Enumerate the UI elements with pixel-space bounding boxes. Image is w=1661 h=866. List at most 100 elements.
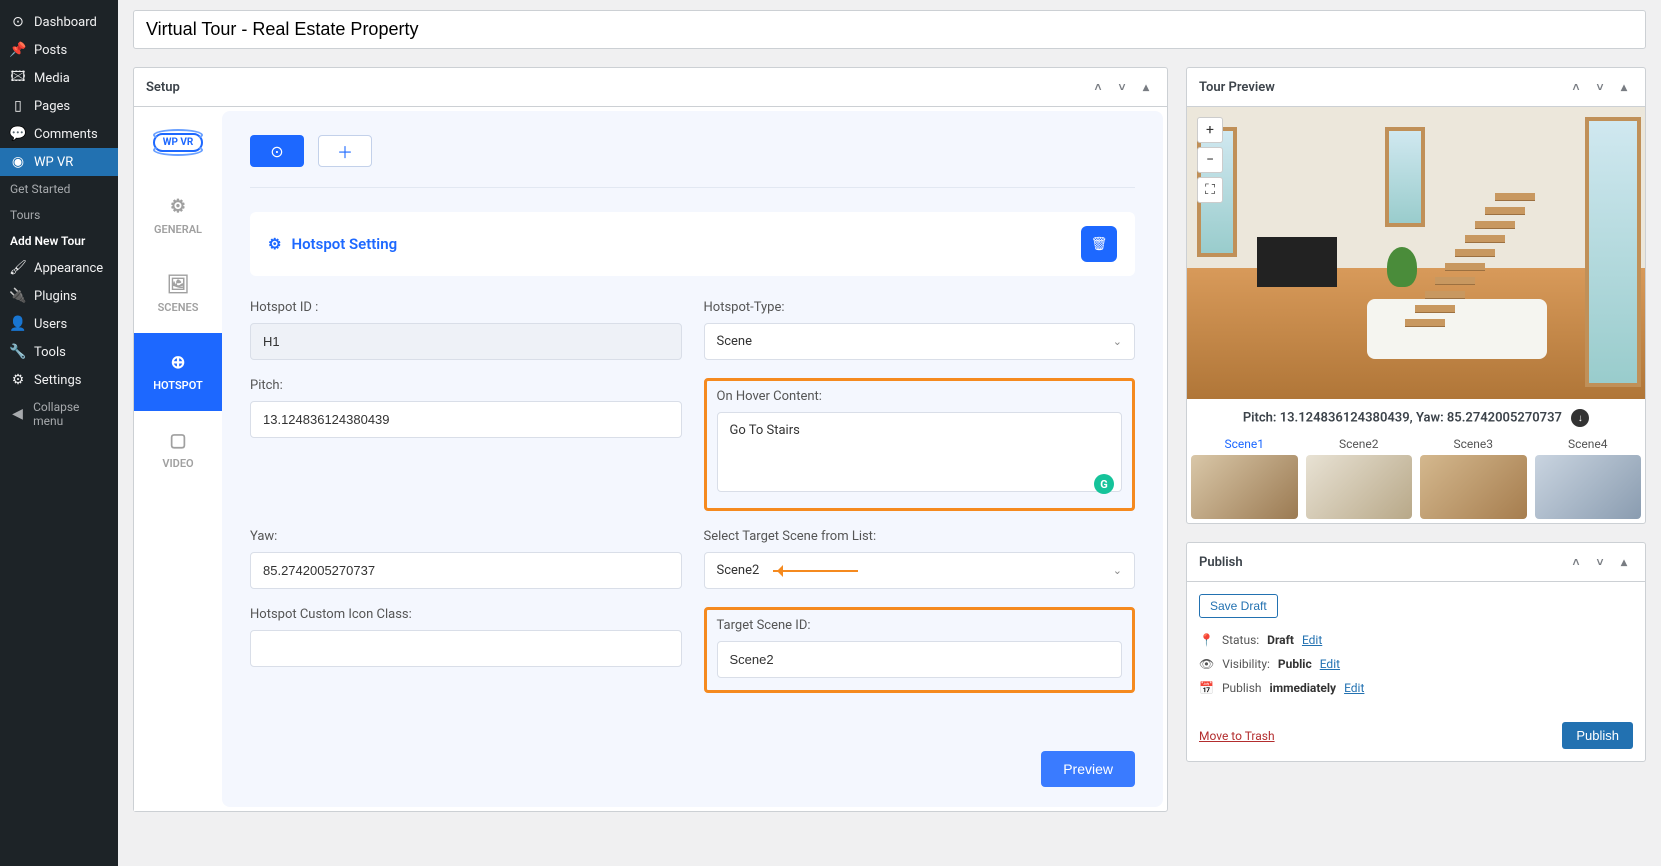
download-icon[interactable]: ↓ <box>1571 409 1589 427</box>
input-icon-class[interactable] <box>250 630 682 667</box>
sliders-icon: ⚙ <box>10 372 26 388</box>
status-value: Draft <box>1267 633 1294 647</box>
sidebar-item-posts[interactable]: 📌 Posts <box>0 36 118 64</box>
sidebar-sub-add-new-tour[interactable]: Add New Tour <box>0 228 118 254</box>
admin-sidebar: ⊙Dashboard 📌 Posts 🖾 Media ▯Pages 💬 Comment… <box>0 0 118 866</box>
sidebar-label: Posts <box>34 43 67 58</box>
sidebar-label: WP VR <box>34 155 73 170</box>
grammarly-icon[interactable]: G <box>1094 474 1114 494</box>
chevron-up-icon[interactable]: ˄ <box>1567 553 1585 571</box>
input-target-scene-id[interactable] <box>717 641 1123 678</box>
setup-title: Setup <box>146 80 180 95</box>
sidebar-sub-tours[interactable]: Tours <box>0 202 118 228</box>
sidebar-item-wpvr[interactable]: ◉ WP VR <box>0 148 118 176</box>
label-target-scene-id: Target Scene ID: <box>717 618 1123 633</box>
chevron-down-icon[interactable]: ˅ <box>1113 78 1131 96</box>
chevron-up-icon[interactable]: ˄ <box>1567 78 1585 96</box>
select-value: Scene2 <box>717 563 760 578</box>
scene-thumb-3[interactable]: Scene3 <box>1420 437 1527 519</box>
tab-label: SCENES <box>158 301 199 314</box>
schedule-value: immediately <box>1270 681 1337 695</box>
chevron-down-icon: ⌄ <box>1113 335 1122 348</box>
sidebar-item-users[interactable]: 👤 Users <box>0 310 118 338</box>
schedule-label: Publish <box>1222 681 1262 695</box>
tab-logo[interactable]: WP VR <box>134 107 222 177</box>
hotspot-tab-current[interactable]: ⊙ <box>250 135 304 167</box>
eye-icon: 👁 <box>1199 657 1214 671</box>
hotspot-tab-add[interactable]: ＋ <box>318 135 372 167</box>
save-draft-button[interactable]: Save Draft <box>1199 594 1278 618</box>
sidebar-sub-get-started[interactable]: Get Started <box>0 176 118 202</box>
zoom-in-button[interactable]: + <box>1197 117 1223 143</box>
zoom-out-button[interactable]: − <box>1197 147 1223 173</box>
publish-button[interactable]: Publish <box>1562 722 1633 749</box>
scene-thumb-1[interactable]: Scene1 <box>1191 437 1298 519</box>
caret-up-icon[interactable]: ▴ <box>1615 78 1633 96</box>
tab-general[interactable]: ⚙GENERAL <box>134 177 222 255</box>
sidebar-label: Comments <box>34 127 98 142</box>
sidebar-item-comments[interactable]: 💬 Comments <box>0 120 118 148</box>
publish-title: Publish <box>1199 555 1243 570</box>
sidebar-label: Media <box>34 71 70 86</box>
edit-status-link[interactable]: Edit <box>1302 633 1322 647</box>
sidebar-item-settings[interactable]: ⚙ Settings <box>0 366 118 394</box>
input-yaw[interactable] <box>250 552 682 589</box>
label-select-target: Select Target Scene from List: <box>704 529 1136 544</box>
vr-icon: ◉ <box>10 154 26 170</box>
plug-icon: 🔌 <box>10 288 26 304</box>
sidebar-item-dashboard[interactable]: ⊙Dashboard <box>0 8 118 36</box>
sidebar-label: Pages <box>34 99 70 114</box>
sidebar-label: Plugins <box>34 289 77 304</box>
caret-up-icon[interactable]: ▴ <box>1137 78 1155 96</box>
tab-scenes[interactable]: 🖼SCENES <box>134 255 222 333</box>
select-hotspot-type[interactable]: Scene ⌄ <box>704 323 1136 360</box>
comment-icon: 💬 <box>10 126 26 142</box>
sidebar-item-appearance[interactable]: 🖌Appearance <box>0 254 118 282</box>
select-value: Scene <box>717 334 753 349</box>
input-hotspot-id[interactable] <box>250 323 682 360</box>
thumb-label: Scene1 <box>1191 437 1298 451</box>
scene-thumb-2[interactable]: Scene2 <box>1306 437 1413 519</box>
setup-header: Setup ˄ ˅ ▴ <box>134 68 1167 107</box>
sidebar-item-tools[interactable]: 🔧Tools <box>0 338 118 366</box>
chevron-down-icon: ⌄ <box>1113 564 1122 577</box>
fullscreen-button[interactable]: ⛶ <box>1197 177 1223 203</box>
preview-canvas[interactable]: + − ⛶ <box>1187 107 1645 399</box>
caret-up-icon[interactable]: ▴ <box>1615 553 1633 571</box>
tab-hotspot[interactable]: ⊕HOTSPOT <box>134 333 222 411</box>
sidebar-item-media[interactable]: 🖾 Media <box>0 64 118 92</box>
sidebar-collapse[interactable]: ◀Collapse menu <box>0 394 118 434</box>
label-icon-class: Hotspot Custom Icon Class: <box>250 607 682 622</box>
move-to-trash-link[interactable]: Move to Trash <box>1199 729 1275 743</box>
chevron-up-icon[interactable]: ˄ <box>1089 78 1107 96</box>
delete-hotspot-button[interactable]: 🗑 <box>1081 226 1117 262</box>
sidebar-label: Collapse menu <box>33 400 108 428</box>
label-hotspot-type: Hotspot-Type: <box>704 300 1136 315</box>
edit-schedule-link[interactable]: Edit <box>1344 681 1364 695</box>
preview-info: Pitch: 13.124836124380439, Yaw: 85.27420… <box>1187 399 1645 437</box>
user-icon: 👤 <box>10 316 26 332</box>
status-row: 📍 Status: Draft Edit <box>1199 628 1633 652</box>
sidebar-item-pages[interactable]: ▯Pages <box>0 92 118 120</box>
post-title-input[interactable] <box>133 10 1646 49</box>
visibility-label: Visibility: <box>1222 657 1270 671</box>
chevron-down-icon[interactable]: ˅ <box>1591 78 1609 96</box>
scene-thumb-4[interactable]: Scene4 <box>1535 437 1642 519</box>
wrench-icon: 🔧 <box>10 344 26 360</box>
sidebar-label: Users <box>34 317 67 332</box>
setup-tabs: WP VR ⚙GENERAL 🖼SCENES ⊕HOTSPOT ▢VIDEO <box>134 107 222 811</box>
pin-icon: 📌 <box>10 42 26 58</box>
input-pitch[interactable] <box>250 401 682 438</box>
gear-icon: ⚙ <box>268 235 281 253</box>
label-pitch: Pitch: <box>250 378 682 393</box>
edit-visibility-link[interactable]: Edit <box>1320 657 1340 671</box>
target-icon: ⊕ <box>170 352 185 373</box>
sidebar-item-plugins[interactable]: 🔌 Plugins <box>0 282 118 310</box>
select-target-scene[interactable]: Scene2 ⌄ <box>704 552 1136 589</box>
media-icon: 🖾 <box>10 70 26 86</box>
textarea-on-hover[interactable] <box>717 412 1123 492</box>
sidebar-label: Settings <box>34 373 81 388</box>
tab-video[interactable]: ▢VIDEO <box>134 411 222 489</box>
chevron-down-icon[interactable]: ˅ <box>1591 553 1609 571</box>
preview-button[interactable]: Preview <box>1041 751 1135 787</box>
